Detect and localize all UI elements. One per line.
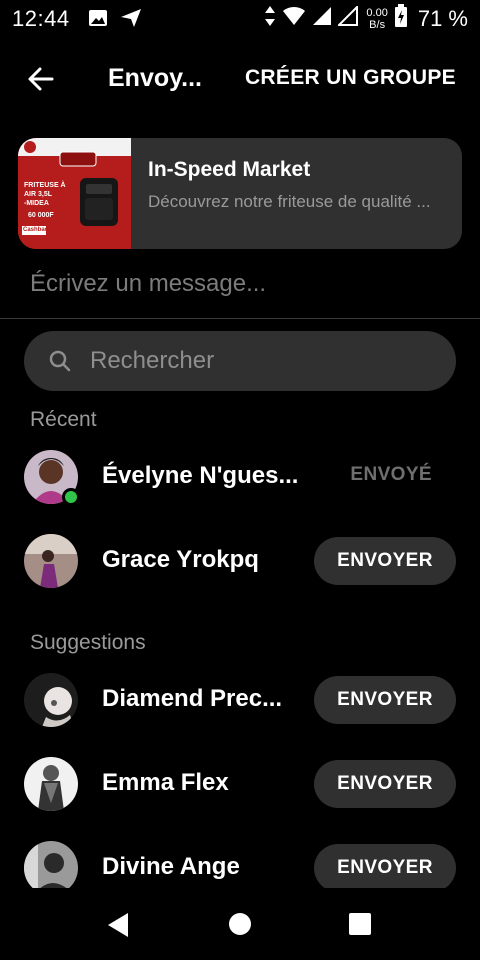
contact-name: Diamend Prec... (102, 685, 283, 712)
send-arrow-icon (120, 8, 142, 33)
product-thumbnail: FRITEUSE À AIR 3,5L -MIDEA 60 000F Cashb… (18, 138, 131, 249)
contact-name: Grace Yrokpq (102, 546, 259, 573)
send-button[interactable]: ENVOYER (314, 760, 456, 808)
nav-recents-icon[interactable] (349, 913, 371, 940)
back-button[interactable] (22, 62, 62, 102)
status-bar: 12:44 0.00 B/s 71 % (0, 0, 480, 38)
thumbnail-cashback: Cashback 3% (23, 227, 62, 233)
contact-name: Divine Ange (102, 853, 240, 880)
thumbnail-text-1: FRITEUSE À (24, 182, 66, 189)
contact-name: Évelyne N'gues... (102, 462, 299, 489)
page-title: Envoy... (108, 64, 203, 92)
gallery-icon (88, 8, 108, 33)
send-button[interactable]: ENVOYER (314, 537, 456, 585)
card-title: In-Speed Market (148, 158, 311, 181)
signal-icon-2 (337, 4, 359, 31)
divider (0, 318, 480, 319)
shared-content-card[interactable]: FRITEUSE À AIR 3,5L -MIDEA 60 000F Cashb… (18, 138, 462, 249)
send-button[interactable]: ENVOYER (314, 676, 456, 724)
search-icon (48, 349, 72, 378)
search-bar[interactable]: Rechercher (24, 331, 456, 391)
contact-row[interactable]: Grace Yrokpq ENVOYER (0, 530, 480, 590)
status-icons: 0.00 B/s 71 % (264, 4, 468, 33)
create-group-button[interactable]: CRÉER UN GROUPE (245, 66, 456, 90)
top-bar: Envoy... CRÉER UN GROUPE (0, 50, 480, 110)
system-nav-bar (0, 888, 480, 960)
battery-level: 71 % (417, 5, 468, 31)
thumbnail-price: 60 000F (28, 212, 54, 219)
section-recent: Récent (30, 408, 97, 431)
nav-home-icon[interactable] (229, 913, 251, 940)
back-arrow-icon (28, 67, 54, 91)
contact-row[interactable]: Évelyne N'gues... ENVOYÉ (0, 446, 480, 506)
search-input[interactable]: Rechercher (90, 347, 214, 375)
wifi-icon (282, 5, 306, 32)
thumbnail-text-3: -MIDEA (24, 200, 49, 207)
data-arrows-icon (264, 5, 276, 32)
card-description: Découvrez notre friteuse de qualité ... (148, 192, 431, 211)
sent-status: ENVOYÉ (350, 464, 432, 485)
net-speed: 0.00 B/s (366, 6, 388, 31)
avatar (24, 757, 78, 811)
clock: 12:44 (12, 6, 70, 31)
thumbnail-text-2: AIR 3,5L (24, 191, 53, 198)
nav-back-icon[interactable] (106, 912, 130, 943)
avatar (24, 534, 78, 588)
message-input[interactable]: Écrivez un message... (30, 270, 266, 298)
contact-row[interactable]: Diamend Prec... ENVOYER (0, 669, 480, 729)
online-indicator (62, 488, 80, 506)
contact-row[interactable]: Emma Flex ENVOYER (0, 753, 480, 813)
signal-icon (312, 6, 332, 31)
avatar (24, 673, 78, 727)
section-suggestions: Suggestions (30, 631, 146, 654)
battery-icon (394, 4, 408, 33)
avatar (24, 841, 78, 888)
send-button[interactable]: ENVOYER (314, 844, 456, 888)
contact-name: Emma Flex (102, 769, 229, 796)
contact-row[interactable]: Divine Ange ENVOYER (0, 837, 480, 888)
